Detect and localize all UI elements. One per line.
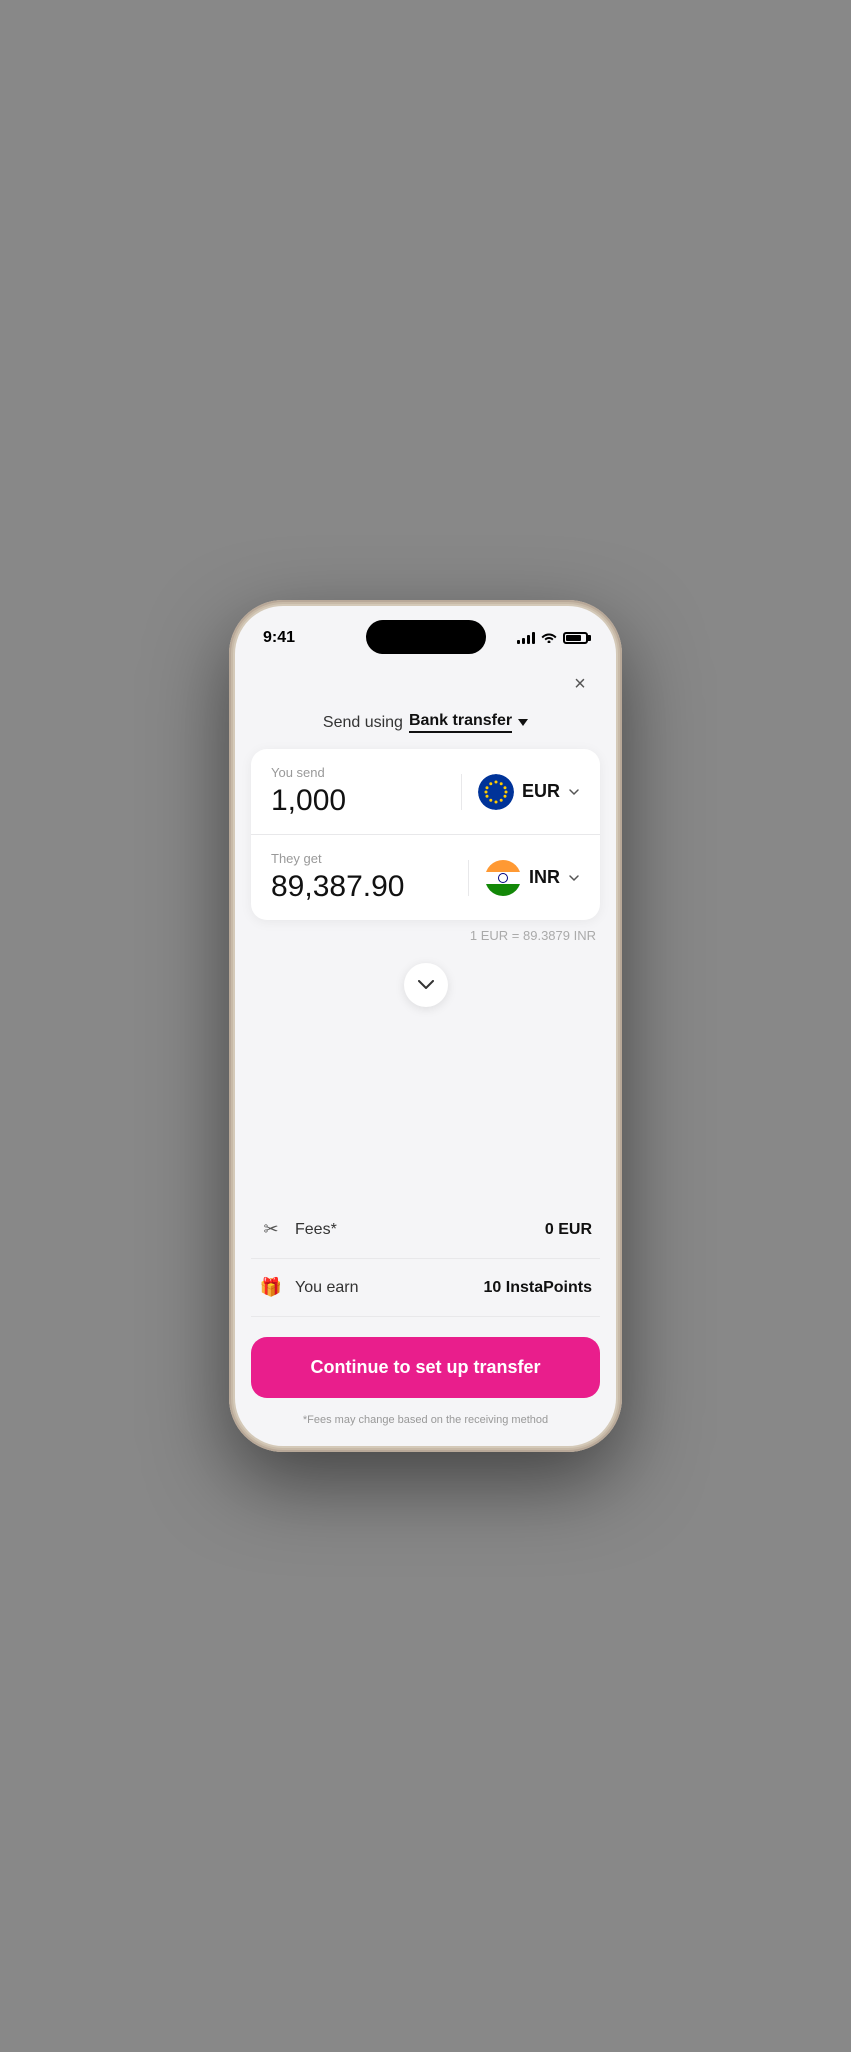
send-method-chevron [518,719,528,726]
main-content: × Send using Bank transfer You send 1,00… [235,656,616,1446]
inr-chevron [568,872,580,884]
scissors-icon: ✂ [259,1219,283,1240]
continue-button[interactable]: Continue to set up transfer [251,1337,600,1398]
send-method-value: Bank transfer [409,712,512,733]
expand-section [235,963,616,1007]
battery-icon [563,632,588,644]
earn-label: You earn [295,1279,484,1297]
chevron-down-icon [418,980,434,990]
eur-flag [478,774,514,810]
you-send-left: You send 1,000 [271,765,461,818]
they-get-left: They get 89,387.90 [271,851,468,904]
cta-section: Continue to set up transfer [235,1317,616,1406]
you-send-currency-selector[interactable]: EUR [461,774,580,810]
wifi-icon [541,631,557,646]
you-send-amount[interactable]: 1,000 [271,784,461,818]
earn-value: 10 InstaPoints [484,1279,592,1297]
they-get-currency-selector[interactable]: INR [468,860,580,896]
expand-button[interactable] [404,963,448,1007]
they-get-amount[interactable]: 89,387.90 [271,870,468,904]
close-button[interactable]: × [564,668,596,700]
you-send-row: You send 1,000 [251,749,600,834]
spacer [235,1023,616,1201]
currency-container: You send 1,000 [251,749,600,920]
eur-chevron [568,786,580,798]
inr-code: INR [529,867,560,888]
earn-row: 🎁 You earn 10 InstaPoints [251,1259,600,1317]
fees-value: 0 EUR [545,1221,592,1239]
header: × [235,656,616,708]
status-time: 9:41 [263,629,295,647]
dynamic-island [366,620,486,654]
gift-icon: 🎁 [259,1277,283,1298]
disclaimer: *Fees may change based on the receiving … [235,1406,616,1446]
inr-flag [485,860,521,896]
status-icons [517,631,588,646]
send-method-prefix: Send using [323,714,403,732]
eur-code: EUR [522,781,560,802]
fees-section: ✂ Fees* 0 EUR 🎁 You earn 10 InstaPoints [251,1201,600,1317]
exchange-rate: 1 EUR = 89.3879 INR [235,920,616,947]
you-send-label: You send [271,765,461,780]
fees-row: ✂ Fees* 0 EUR [251,1201,600,1259]
send-method-selector[interactable]: Send using Bank transfer [235,708,616,749]
signal-icon [517,632,535,644]
they-get-label: They get [271,851,468,866]
they-get-row: They get 89,387.90 INR [251,834,600,920]
fees-label: Fees* [295,1221,545,1239]
